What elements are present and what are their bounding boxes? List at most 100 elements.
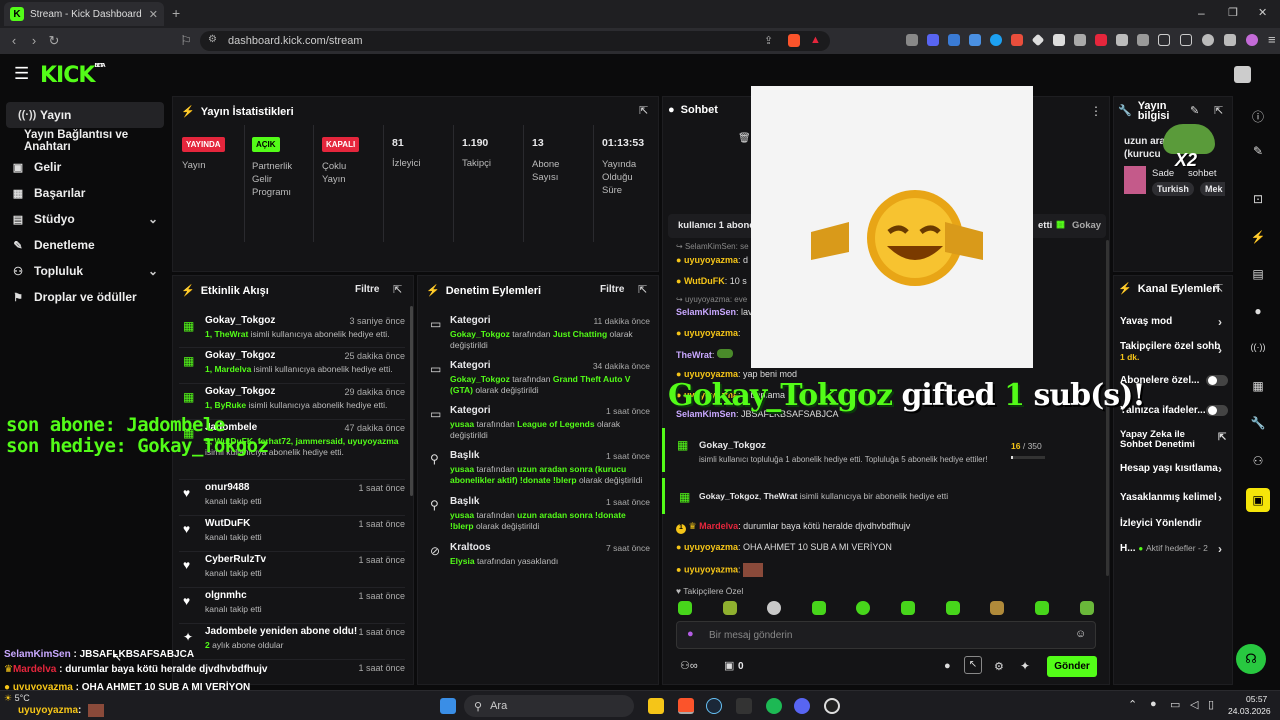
popout-icon[interactable]: ⇱ — [1214, 282, 1223, 295]
sidebar-item-basarilar[interactable]: ▦ Başarılar — [0, 180, 170, 206]
emote-icon[interactable] — [767, 601, 781, 615]
pointer-toggle-icon[interactable]: ↖ — [964, 656, 982, 674]
sidebar-item-yayin[interactable]: ((·)) Yayın — [6, 102, 164, 128]
extension-icon[interactable] — [1074, 34, 1086, 46]
extension-icon[interactable] — [948, 34, 960, 46]
chat-input[interactable]: ● Bir mesaj gönderin ☺ — [676, 621, 1096, 649]
popout-icon[interactable]: ⇱ — [393, 283, 402, 296]
emote-icon[interactable] — [1080, 601, 1094, 615]
activity-item[interactable]: ▦ Gokay_Tokgoz 3 saniye önce 1, TheWrat … — [179, 313, 405, 348]
action-ai-moderation[interactable]: Yapay Zeka ile Sohbet Denetimi ⇱ — [1120, 430, 1226, 450]
community-goal-icon[interactable]: ⚇∞ — [680, 659, 698, 672]
sidebar-item-topluluk[interactable]: ⚇ Topluluk ⌄ — [0, 258, 170, 284]
emote-icon[interactable] — [678, 601, 692, 615]
extension-icon[interactable] — [1011, 34, 1023, 46]
support-chat-button[interactable]: ☊ — [1236, 644, 1266, 674]
file-explorer-icon[interactable] — [648, 698, 664, 714]
brave-shield-icon[interactable] — [788, 34, 800, 47]
tag-chip[interactable]: Mek — [1200, 182, 1225, 196]
chat-message[interactable]: ● WutDuFK: 10 s — [676, 276, 747, 286]
battery-icon[interactable]: ▯ — [1208, 698, 1214, 711]
back-icon[interactable]: ‹ — [4, 33, 24, 48]
extension-icon[interactable] — [1137, 34, 1149, 46]
epic-games-icon[interactable] — [736, 698, 752, 714]
browser-tab[interactable]: K Stream - Kick Dashboard ✕ — [4, 2, 164, 26]
close-tab-icon[interactable]: ✕ — [149, 8, 158, 21]
send-button[interactable]: Gönder — [1047, 656, 1097, 677]
drops-chest-icon[interactable]: ▣ — [724, 659, 734, 672]
sidebar-item-denetleme[interactable]: ✎ Denetleme — [0, 232, 170, 258]
action-banned-words[interactable]: Yasaklanmış kelimel › — [1120, 491, 1222, 505]
url-field[interactable]: ⚙ dashboard.kick.com/stream ⇪ ▲ — [200, 31, 830, 51]
popout-icon[interactable]: ⇱ — [638, 283, 647, 296]
extension-icon[interactable] — [1116, 34, 1128, 46]
edit-icon[interactable]: ✎ — [1190, 104, 1199, 117]
brave-rewards-icon[interactable]: ▲ — [810, 34, 821, 46]
action-raid[interactable]: İzleyici Yönlendir — [1120, 518, 1202, 529]
leo-ai-icon[interactable] — [1202, 34, 1214, 46]
activity-scrollbar[interactable] — [410, 306, 413, 496]
windows-start-icon[interactable] — [440, 698, 456, 714]
microphone-icon[interactable]: ● — [1150, 698, 1157, 710]
action-goals[interactable]: H... ● Aktif hedefler - 2 › — [1120, 542, 1222, 556]
site-info-icon[interactable]: ⚙ — [208, 34, 217, 45]
layout-icon[interactable]: ▦ — [1250, 379, 1266, 395]
activity-item[interactable]: ▦ Gokay_Tokgoz 25 dakika önce 1, Mardelv… — [179, 348, 405, 384]
weather-icon[interactable]: ☀ 5°C — [4, 693, 30, 704]
extensions-icon[interactable] — [1224, 34, 1236, 46]
emote-icon[interactable] — [1035, 601, 1049, 615]
emote-icon[interactable] — [812, 601, 826, 615]
user-avatar[interactable] — [1234, 66, 1251, 83]
extension-icon[interactable] — [906, 34, 918, 46]
chat-message[interactable]: ● uyuyoyazma: — [676, 328, 741, 338]
chat-message[interactable]: SelamKimSen: lav — [676, 307, 753, 317]
discord-icon[interactable] — [794, 698, 810, 714]
emoji-icon[interactable]: ☺ — [1075, 628, 1086, 640]
action-slow-mode[interactable]: Yavaş mod › — [1120, 315, 1222, 329]
forward-icon[interactable]: › — [24, 33, 44, 48]
tag-chip[interactable]: Turkish — [1152, 182, 1194, 196]
extension-icon[interactable] — [1053, 34, 1065, 46]
activity-filter-button[interactable]: Filtre — [355, 284, 379, 295]
info-icon[interactable]: ⓘ — [1250, 108, 1266, 124]
maximize-button[interactable]: ❐ — [1228, 6, 1238, 19]
wallet-icon[interactable] — [1180, 34, 1192, 46]
community-icon[interactable]: ⚇ — [1250, 454, 1266, 470]
chat-message[interactable]: ● uyuyoyazma: — [676, 563, 764, 577]
chat-message[interactable]: ● uyuyoyazma: OHA AHMET 10 SUB A MI VERİ… — [676, 542, 892, 552]
clapper-icon[interactable]: ▣ — [1246, 488, 1270, 512]
activity-item[interactable]: ♥ olgnmhc 1 saat önce kanalı takip etti — [179, 588, 405, 624]
emote-icon[interactable] — [946, 601, 960, 615]
emote-icon[interactable] — [856, 601, 870, 615]
kick-logo[interactable]: KICKBETA — [40, 63, 106, 88]
network-icon[interactable]: ▭ — [1170, 698, 1180, 711]
emote-icon[interactable] — [990, 601, 1004, 615]
bookmark-icon[interactable]: ⚐ — [176, 33, 196, 49]
moderation-filter-button[interactable]: Filtre — [600, 284, 624, 295]
steam-icon[interactable] — [706, 698, 722, 714]
close-window-button[interactable]: ✕ — [1258, 6, 1267, 19]
screenshot-icon[interactable]: ⊡ — [1250, 192, 1266, 208]
volume-icon[interactable]: ◁ — [1190, 698, 1198, 711]
sidebar-toggle-icon[interactable] — [1158, 34, 1170, 46]
extension-icon[interactable] — [927, 34, 939, 46]
edit-icon[interactable]: ✎ — [1250, 144, 1266, 160]
activity-item[interactable]: ♥ onur9488 1 saat önce kanalı takip etti — [179, 480, 405, 516]
wrench-icon[interactable]: 🔧 — [1250, 416, 1266, 432]
action-account-age[interactable]: Hesap yaşı kısıtlama › — [1120, 462, 1222, 476]
mod-tools-icon[interactable]: ✦ — [1020, 659, 1030, 673]
sidebar-item-studyo[interactable]: ▤ Stüdyo ⌄ — [0, 206, 170, 232]
broadcast-icon[interactable]: ((·)) — [1250, 342, 1266, 358]
chat-message[interactable]: ● uyuyoyazma: d — [676, 255, 748, 265]
chat-icon[interactable]: ● — [1250, 304, 1266, 320]
chat-message[interactable]: 1 ♛ Mardelva: durumlar baya kötü heralde… — [676, 521, 910, 534]
clock-time[interactable]: 05:57 — [1246, 694, 1267, 704]
chat-more-icon[interactable]: ⋮ — [1090, 104, 1102, 118]
spotify-icon[interactable] — [766, 698, 782, 714]
share-icon[interactable]: ⇪ — [764, 34, 773, 47]
sidebar-item-stream-key[interactable]: Yayın Bağlantısı ve Anahtarı — [0, 128, 170, 154]
chat-message[interactable]: TheWrat: — [676, 349, 733, 360]
taskbar-search[interactable]: ⚲ Ara — [464, 695, 634, 717]
tray-chevron-icon[interactable]: ⌃ — [1128, 698, 1137, 711]
emote-icon[interactable] — [723, 601, 737, 615]
